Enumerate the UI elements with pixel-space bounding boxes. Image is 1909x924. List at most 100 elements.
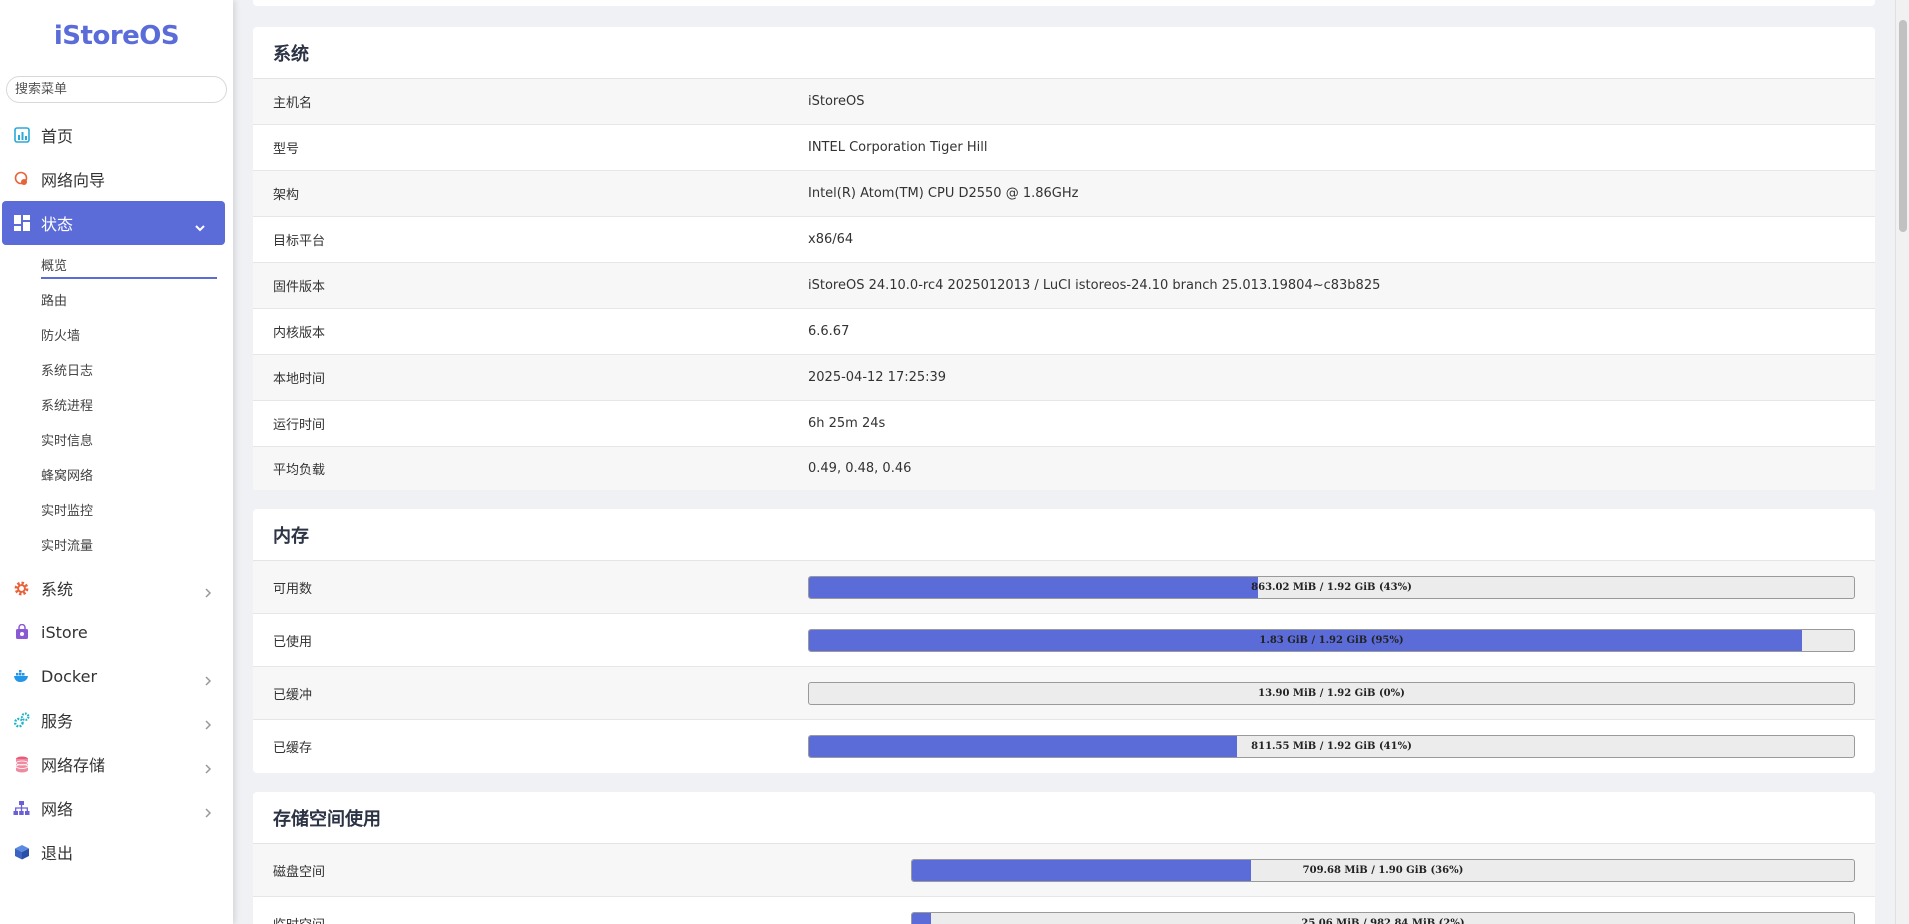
scrollbar-thumb[interactable] <box>1899 20 1907 232</box>
progress-text: 811.55 MiB / 1.92 GiB (41%) <box>1251 741 1412 752</box>
progress-text: 25.06 MiB / 982.84 MiB (2%) <box>1301 918 1465 924</box>
table-row: 内核版本 6.6.67 <box>253 309 1875 355</box>
previous-card <box>253 0 1875 6</box>
row-key: 已缓存 <box>273 741 313 756</box>
nav-istore[interactable]: iStore <box>0 610 233 654</box>
storage-card: 存储空间使用 磁盘空间 709.68 MiB / 1.90 GiB (36%) … <box>253 792 1875 924</box>
storage-table: 磁盘空间 709.68 MiB / 1.90 GiB (36%) 临时空间 25… <box>253 844 1875 924</box>
table-row: 型号 INTEL Corporation Tiger Hill <box>253 125 1875 171</box>
chevron-right-icon <box>203 583 213 598</box>
main-content: 系统 主机名 iStoreOS 型号 INTEL Corporation Tig… <box>233 0 1909 924</box>
table-row: 可用数 863.02 MiB / 1.92 GiB (43%) <box>253 561 1875 614</box>
sitemap-icon <box>13 800 30 817</box>
sub-item-cellular[interactable]: 蜂窝网络 <box>0 457 233 492</box>
memory-card: 内存 可用数 863.02 MiB / 1.92 GiB (43%) 已使用 1… <box>253 509 1875 773</box>
row-value: 6h 25m 24s <box>808 416 886 431</box>
sub-item-realtime-monitor[interactable]: 实时监控 <box>0 492 233 527</box>
row-value: 1.83 GiB / 1.92 GiB (95%) <box>808 628 1875 652</box>
row-key: 磁盘空间 <box>273 864 326 880</box>
table-row: 运行时间 6h 25m 24s <box>253 401 1875 447</box>
chevron-right-icon <box>203 715 213 730</box>
row-value: 25.06 MiB / 982.84 MiB (2%) <box>911 912 1875 924</box>
row-value: Intel(R) Atom(TM) CPU D2550 @ 1.86GHz <box>808 186 1079 201</box>
row-value: iStoreOS 24.10.0-rc4 2025012013 / LuCI i… <box>808 278 1381 293</box>
row-key: 平均负载 <box>273 463 326 478</box>
table-row: 磁盘空间 709.68 MiB / 1.90 GiB (36%) <box>253 844 1875 897</box>
nav-status-label: 状态 <box>41 215 74 234</box>
row-value: 863.02 MiB / 1.92 GiB (43%) <box>808 575 1875 599</box>
table-row: 已缓存 811.55 MiB / 1.92 GiB (41%) <box>253 720 1875 773</box>
system-title: 系统 <box>253 27 1875 79</box>
row-value: 0.49, 0.48, 0.46 <box>808 461 912 476</box>
table-row: 临时空间 25.06 MiB / 982.84 MiB (2%) <box>253 897 1875 924</box>
row-key: 可用数 <box>273 581 313 597</box>
sub-item-realtime-info[interactable]: 实时信息 <box>0 422 233 457</box>
sub-item-realtime-traffic[interactable]: 实时流量 <box>0 527 233 562</box>
progress-text: 1.83 GiB / 1.92 GiB (95%) <box>1259 634 1404 646</box>
nav-network-label: 网络 <box>41 800 74 819</box>
row-key: 临时空间 <box>273 914 911 924</box>
nav-docker[interactable]: Docker <box>0 654 233 698</box>
cube-icon <box>13 844 30 861</box>
table-row: 固件版本 iStoreOS 24.10.0-rc4 2025012013 / L… <box>253 263 1875 309</box>
nav-wizard-label: 网络向导 <box>41 171 106 190</box>
nav-docker-label: Docker <box>41 666 98 686</box>
nav-logout[interactable]: 退出 <box>0 830 233 874</box>
progress-bar: 1.83 GiB / 1.92 GiB (95%) <box>808 628 1855 652</box>
store-bag-icon <box>13 624 30 641</box>
sub-item-processes[interactable]: 系统进程 <box>0 387 233 422</box>
chevron-right-icon <box>203 759 213 774</box>
progress-bar: 13.90 MiB / 1.92 GiB (0%) <box>808 681 1855 705</box>
row-value: 709.68 MiB / 1.90 GiB (36%) <box>911 858 1875 882</box>
table-row: 平均负载 0.49, 0.48, 0.46 <box>253 447 1875 490</box>
sidebar: iStoreOS 首页 网络向导 状态 概览 路由 防火墙 系统日志 系统进程 … <box>0 0 233 924</box>
row-key: 本地时间 <box>273 372 326 387</box>
nav-status[interactable]: 状态 <box>2 201 225 245</box>
nav-network[interactable]: 网络 <box>0 786 233 830</box>
globe-pin-icon <box>13 171 30 188</box>
sub-item-firewall[interactable]: 防火墙 <box>0 317 233 352</box>
table-row: 已缓冲 13.90 MiB / 1.92 GiB (0%) <box>253 667 1875 720</box>
progress-text: 863.02 MiB / 1.92 GiB (43%) <box>1251 581 1412 593</box>
memory-title: 内存 <box>253 509 1875 561</box>
sub-item-routes[interactable]: 路由 <box>0 282 233 317</box>
row-key: 内核版本 <box>273 326 326 341</box>
database-icon <box>13 756 30 773</box>
row-value: 13.90 MiB / 1.92 GiB (0%) <box>808 681 1875 705</box>
row-value: x86/64 <box>808 232 854 247</box>
nav-network-storage[interactable]: 网络存储 <box>0 742 233 786</box>
table-row: 目标平台 x86/64 <box>253 217 1875 263</box>
nav-home[interactable]: 首页 <box>0 113 233 157</box>
sub-item-overview[interactable]: 概览 <box>0 247 233 282</box>
logo[interactable]: iStoreOS <box>0 0 233 72</box>
progress-bar: 25.06 MiB / 982.84 MiB (2%) <box>911 912 1855 924</box>
row-value: 6.6.67 <box>808 324 850 339</box>
row-value: 811.55 MiB / 1.92 GiB (41%) <box>808 735 1875 758</box>
row-value: iStoreOS <box>808 94 865 109</box>
nav-network-storage-label: 网络存储 <box>41 756 106 775</box>
docker-icon <box>13 668 30 685</box>
nav-istore-label: iStore <box>41 622 88 642</box>
system-table: 主机名 iStoreOS 型号 INTEL Corporation Tiger … <box>253 79 1875 490</box>
nav-system[interactable]: 系统 <box>0 566 233 610</box>
progress-text: 709.68 MiB / 1.90 GiB (36%) <box>1302 864 1464 876</box>
chevron-right-icon <box>203 803 213 818</box>
search-input[interactable] <box>15 82 226 97</box>
nav-logout-label: 退出 <box>41 844 74 863</box>
status-submenu: 概览 路由 防火墙 系统日志 系统进程 实时信息 蜂窝网络 实时监控 实时流量 <box>0 245 233 566</box>
progress-bar: 709.68 MiB / 1.90 GiB (36%) <box>911 858 1855 882</box>
row-value: 2025-04-12 17:25:39 <box>808 370 947 385</box>
memory-table: 可用数 863.02 MiB / 1.92 GiB (43%) 已使用 1.83… <box>253 561 1875 773</box>
nav-wizard[interactable]: 网络向导 <box>0 157 233 201</box>
cogs-icon <box>13 712 30 729</box>
sub-item-syslog[interactable]: 系统日志 <box>0 352 233 387</box>
dashboard-icon <box>13 127 30 144</box>
progress-bar: 811.55 MiB / 1.92 GiB (41%) <box>808 735 1855 758</box>
nav-services[interactable]: 服务 <box>0 698 233 742</box>
chevron-down-icon <box>195 218 205 232</box>
nav-services-label: 服务 <box>41 712 74 731</box>
search-box <box>6 76 227 103</box>
table-row: 主机名 iStoreOS <box>253 79 1875 125</box>
vertical-scrollbar[interactable] <box>1895 0 1909 924</box>
row-key: 架构 <box>273 188 300 203</box>
